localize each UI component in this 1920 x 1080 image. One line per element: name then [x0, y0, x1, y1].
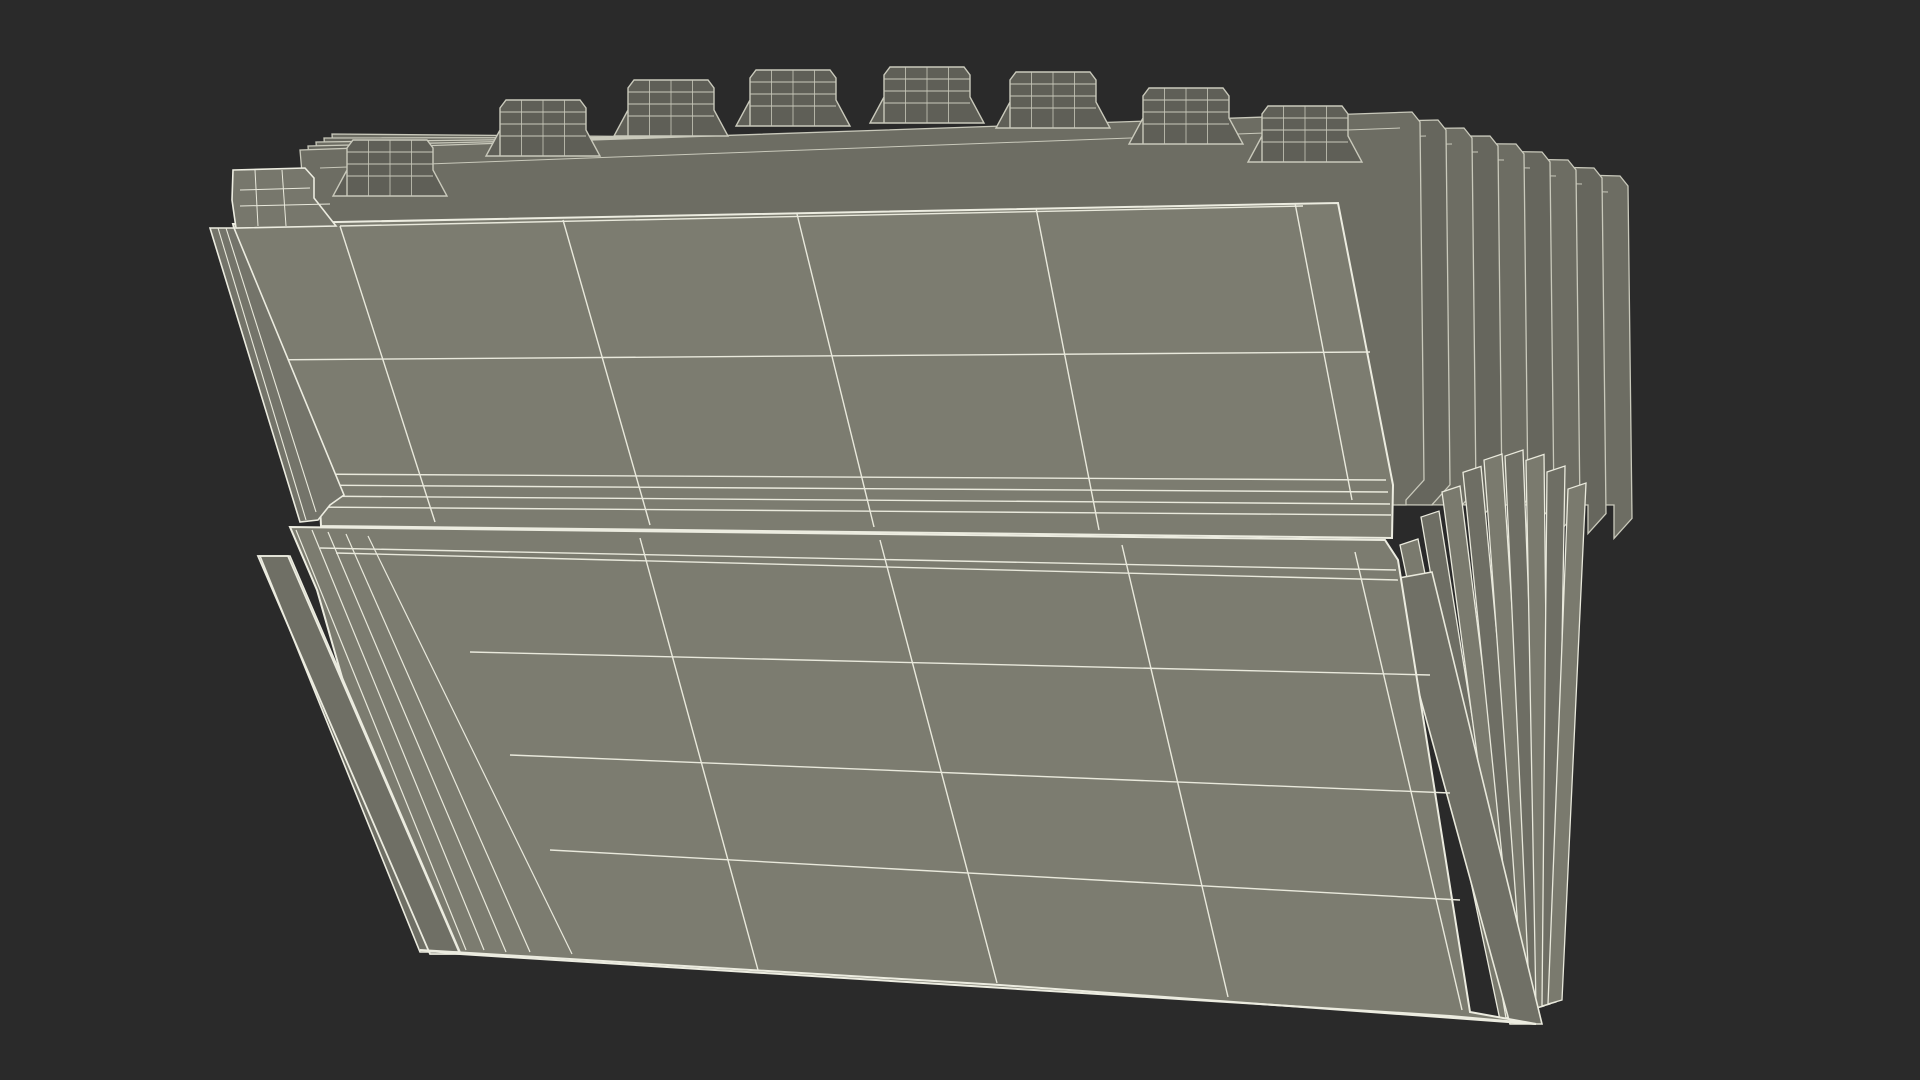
- pocket-surface: [288, 525, 1537, 1025]
- front-pocket: [258, 525, 1537, 1025]
- render-viewport: [0, 0, 1920, 1080]
- wireframe-scene: [0, 0, 1920, 1080]
- front-cover-upper: [231, 201, 1395, 540]
